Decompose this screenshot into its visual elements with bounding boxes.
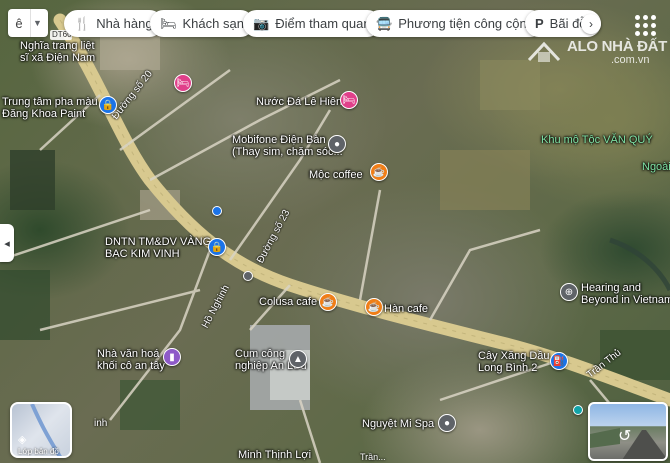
side-panel-toggle[interactable]: ◂ <box>0 224 14 262</box>
chip-attractions[interactable]: 📷 Điểm tham quan <box>243 10 381 37</box>
cafe-pin-icon[interactable]: ☕ <box>365 298 383 316</box>
shop-pin-icon[interactable]: 🔒 <box>208 238 226 256</box>
apps-grid-icon[interactable] <box>632 12 656 36</box>
poi-label-dntn[interactable]: DNTN TM&DV VÀNG BẠC KIM VINH <box>105 236 211 260</box>
hotel-pin-icon[interactable]: 🛏 <box>174 74 192 92</box>
chips-next-icon[interactable]: › <box>581 14 601 34</box>
road-label-inh: inh <box>94 418 108 429</box>
hotel-pin-icon[interactable]: 🛏 <box>340 91 358 109</box>
menu-glyph: ê <box>15 15 23 31</box>
watermark-name: ALO NHÀ ĐẤT <box>567 38 668 55</box>
small-poi-icon[interactable] <box>212 206 222 216</box>
gas-station-pin-icon[interactable]: ⛽ <box>550 352 568 370</box>
layers-button[interactable]: ◈ Lớp bản đồ <box>10 402 72 458</box>
chip-hotels[interactable]: 🛏 Khách sạn <box>150 10 254 37</box>
poi-label-khu-mo-toc[interactable]: Khu mộ Tộc VĂN QUÝ <box>541 134 653 146</box>
street-view-thumbnail[interactable]: ↺ <box>588 402 668 461</box>
poi-label-moc-coffee[interactable]: Mộc coffee <box>309 169 363 181</box>
alo-nha-dat-logo-icon <box>527 41 561 62</box>
chevron-down-icon[interactable]: ▼ <box>30 9 44 37</box>
poi-label-nha-van-hoa[interactable]: Nhà văn hoá khối cô an tây <box>97 348 165 372</box>
satellite-map[interactable]: DT60 Đường số 20 Đường số 23 Hồ Nghinh T… <box>0 0 670 463</box>
layers-label: Lớp bản đồ <box>18 447 59 456</box>
small-poi-icon[interactable] <box>573 405 583 415</box>
poi-label-ngoai[interactable]: Ngoài <box>642 161 670 173</box>
chip-transit[interactable]: 🚍 Phương tiện công cộng <box>366 10 544 37</box>
chip-restaurants[interactable]: 🍴 Nhà hàng <box>64 10 163 37</box>
rotate-360-icon: ↺ <box>618 428 632 445</box>
hotel-icon: 🛏 <box>160 15 177 31</box>
bus-stop-icon[interactable] <box>243 271 253 281</box>
road-label-tran-2: Trần... <box>360 452 386 462</box>
poi-label-han-cafe[interactable]: Hàn cafe <box>384 303 428 315</box>
cafe-pin-icon[interactable]: ☕ <box>319 293 337 311</box>
chip-label: Khách sạn <box>182 16 244 31</box>
cafe-pin-icon[interactable]: ☕ <box>370 163 388 181</box>
service-pin-icon[interactable]: ⊕ <box>560 283 578 301</box>
chip-label: Nhà hàng <box>96 16 153 31</box>
industrial-pin-icon[interactable]: ▲ <box>289 350 307 368</box>
layers-icon: ◈ <box>18 434 27 446</box>
watermark-domain: .com.vn <box>611 54 650 66</box>
poi-label-nguyet-mi[interactable]: Nguyệt Mi Spa <box>362 418 434 430</box>
poi-label-hearing[interactable]: Hearing and Beyond in Vietnam <box>581 282 670 306</box>
chip-label: Điểm tham quan <box>275 16 371 31</box>
mobile-shop-pin-icon[interactable]: ● <box>328 135 346 153</box>
community-center-pin-icon[interactable]: ▮ <box>163 348 181 366</box>
map-roads <box>0 13 670 463</box>
poi-label-nuoc-da[interactable]: Nước Đá Lê Hiên <box>256 96 342 108</box>
poi-label-trung-tam-pha-mau[interactable]: Trung tâm pha màu Đăng Khoa Paint <box>2 96 98 120</box>
parking-icon: P <box>535 16 544 31</box>
camera-icon: 📷 <box>253 15 270 31</box>
spa-pin-icon[interactable]: ● <box>438 414 456 432</box>
chip-label: Phương tiện công cộng <box>398 16 534 31</box>
poi-label-mobifone[interactable]: Mobifone Điện Bàn (Thay sim, chăm sóc... <box>232 134 343 158</box>
menu-button[interactable]: ê ▼ <box>8 9 48 37</box>
shop-pin-icon[interactable]: 🔒 <box>99 96 117 114</box>
transit-icon: 🚍 <box>376 15 393 31</box>
poi-label-cay-xang[interactable]: Cây Xăng Dầu Long Bình 2 <box>478 350 550 374</box>
poi-label-colusa[interactable]: Colusa cafe <box>259 296 317 308</box>
poi-label-minh-thinh[interactable]: Minh Thịnh Lợi <box>238 449 311 461</box>
watermark: ALO NHÀ ĐẤT .com.vn <box>527 38 670 68</box>
restaurant-icon: 🍴 <box>74 15 91 31</box>
